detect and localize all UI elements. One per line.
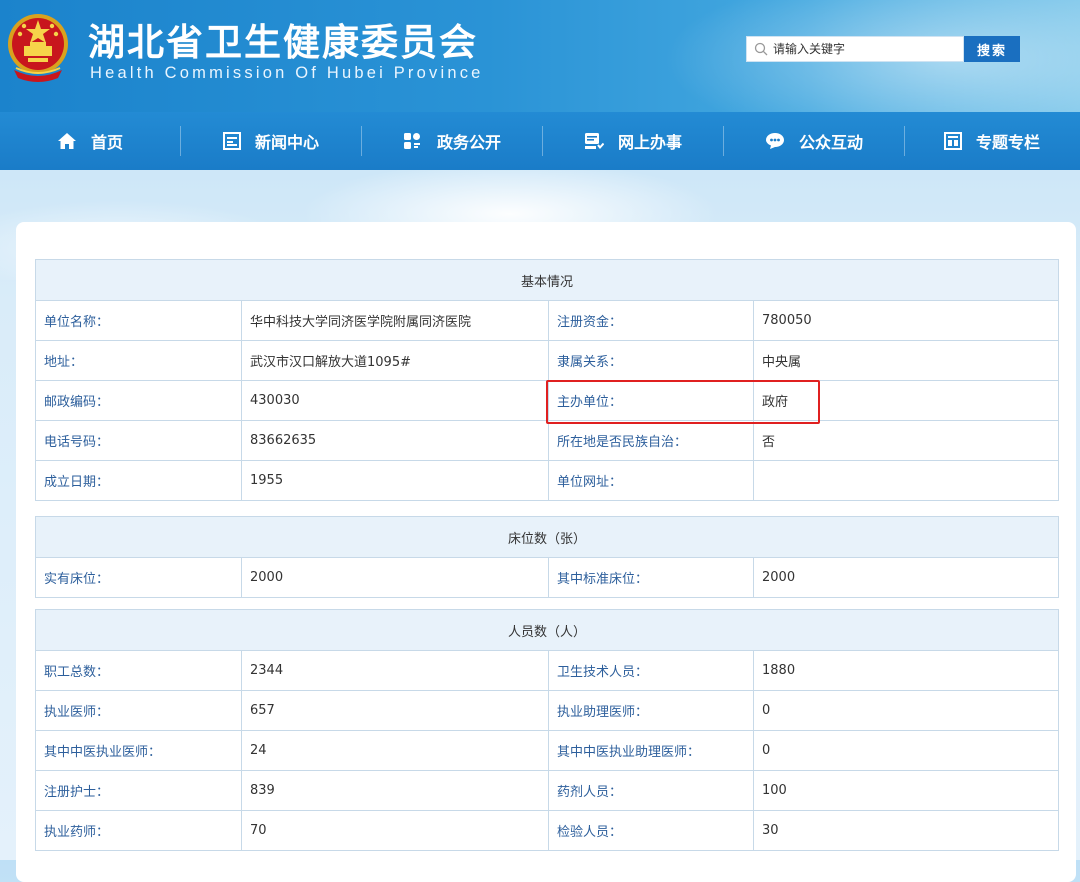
table-row: 注册护士： 839 药剂人员： 100: [35, 770, 1060, 811]
field-value: 839: [241, 770, 549, 811]
national-emblem-icon: [8, 14, 68, 82]
nav-label: 政务公开: [436, 133, 501, 152]
field-label: 其中中医执业助理医师：: [548, 730, 754, 771]
site-subtitle: Health Commission Of Hubei Province: [90, 64, 484, 82]
field-label: 其中中医执业医师：: [35, 730, 242, 771]
field-value: 2344: [241, 650, 549, 691]
field-label: 邮政编码：: [35, 380, 242, 421]
field-value: 70: [241, 810, 549, 851]
field-label: 电话号码：: [35, 420, 242, 461]
search-input[interactable]: [769, 38, 953, 60]
nav-label: 新闻中心: [254, 133, 319, 152]
table-row: 成立日期： 1955 单位网址：: [35, 460, 1060, 501]
nav-public-interaction[interactable]: 公众互动: [724, 112, 904, 170]
site-title: 湖北省卫生健康委员会: [88, 21, 478, 64]
table-row: 职工总数： 2344 卫生技术人员： 1880: [35, 650, 1060, 691]
field-label: 注册资金：: [548, 300, 754, 341]
field-label: 检验人员：: [548, 810, 754, 851]
field-value: 中央属: [752, 340, 1060, 381]
table-row: 执业药师： 70 检验人员： 30: [35, 810, 1060, 851]
beds-table: 床位数（张） 实有床位： 2000 其中标准床位： 2000: [34, 516, 1060, 598]
field-value: 0: [752, 730, 1060, 771]
nav-label: 首页: [90, 133, 123, 152]
field-label: 所在地是否民族自治：: [548, 420, 754, 461]
field-label: 职工总数：: [35, 650, 242, 691]
field-value: 华中科技大学同济医学院附属同济医院: [241, 300, 549, 341]
field-value: 2000: [241, 557, 549, 598]
field-value: 0: [752, 690, 1060, 731]
table-row: 地址： 武汉市汉口解放大道1095# 隶属关系： 中央属: [35, 340, 1060, 381]
chat-icon: [765, 132, 785, 150]
newspaper-icon: [222, 132, 241, 150]
nav-home[interactable]: 首页: [0, 112, 180, 170]
field-value: 657: [241, 690, 549, 731]
field-label: 注册护士：: [35, 770, 242, 811]
table-row: 单位名称： 华中科技大学同济医学院附属同济医院 注册资金： 780050: [35, 300, 1060, 341]
section-title: 床位数（张）: [34, 516, 1060, 558]
field-value: 1955: [241, 460, 549, 501]
field-value: 24: [241, 730, 549, 771]
service-icon: [584, 132, 604, 150]
nav-news[interactable]: 新闻中心: [181, 112, 361, 170]
field-value: 780050: [752, 300, 1060, 341]
field-value: 83662635: [241, 420, 549, 461]
field-label: 卫生技术人员：: [548, 650, 754, 691]
table-row: 其中中医执业医师： 24 其中中医执业助理医师： 0: [35, 730, 1060, 771]
site-header: 湖北省卫生健康委员会 Health Commission Of Hubei Pr…: [0, 0, 1080, 112]
field-label: 实有床位：: [35, 557, 242, 598]
field-label: 单位名称：: [35, 300, 242, 341]
main-nav: 首页 新闻中心 政务公开 网上办事 公众互动 专题专栏: [0, 112, 1080, 170]
section-title: 人员数（人）: [34, 609, 1060, 651]
grid-icon: [403, 132, 423, 150]
search-button[interactable]: 搜索: [964, 36, 1020, 62]
section-title: 基本情况: [34, 259, 1060, 301]
highlight-box: [546, 380, 820, 424]
field-value: 武汉市汉口解放大道1095#: [241, 340, 549, 381]
table-row: 实有床位： 2000 其中标准床位： 2000: [35, 557, 1060, 598]
staff-table: 人员数（人） 职工总数： 2344 卫生技术人员： 1880 执业医师： 657…: [34, 609, 1060, 851]
field-value: 430030: [241, 380, 549, 421]
home-icon: [57, 132, 77, 150]
topic-icon: [943, 132, 962, 150]
field-label: 执业助理医师：: [548, 690, 754, 731]
nav-topics[interactable]: 专题专栏: [905, 112, 1079, 170]
nav-gov-affairs[interactable]: 政务公开: [362, 112, 542, 170]
field-value: [752, 460, 1060, 501]
field-label: 执业医师：: [35, 690, 242, 731]
nav-online-service[interactable]: 网上办事: [543, 112, 723, 170]
nav-label: 公众互动: [798, 133, 863, 152]
field-value: 2000: [752, 557, 1060, 598]
field-value: 否: [752, 420, 1060, 461]
field-value: 100: [752, 770, 1060, 811]
nav-label: 专题专栏: [975, 133, 1040, 152]
table-row: 执业医师： 657 执业助理医师： 0: [35, 690, 1060, 731]
search-icon: [754, 42, 768, 56]
table-row: 电话号码： 83662635 所在地是否民族自治： 否: [35, 420, 1060, 461]
field-label: 地址：: [35, 340, 242, 381]
search-box: [746, 36, 964, 62]
field-label: 其中标准床位：: [548, 557, 754, 598]
field-label: 隶属关系：: [548, 340, 754, 381]
field-label: 成立日期：: [35, 460, 242, 501]
field-label: 单位网址：: [548, 460, 754, 501]
field-label: 药剂人员：: [548, 770, 754, 811]
field-value: 30: [752, 810, 1060, 851]
field-value: 1880: [752, 650, 1060, 691]
nav-label: 网上办事: [617, 133, 682, 152]
field-label: 执业药师：: [35, 810, 242, 851]
